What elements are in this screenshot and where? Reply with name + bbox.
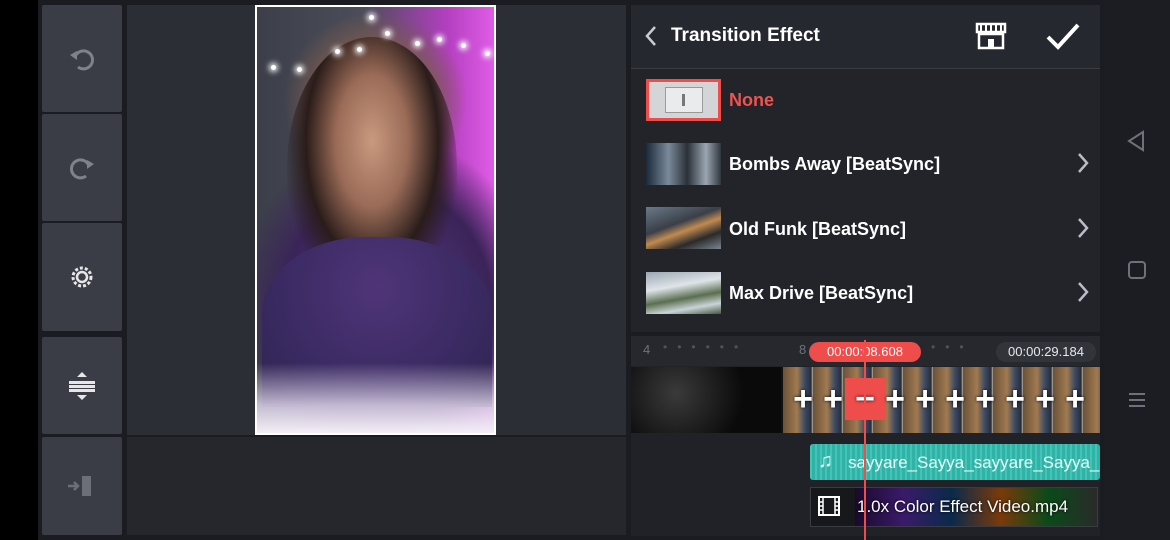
add-transition-button[interactable]: + bbox=[1060, 378, 1090, 420]
video-layer-label: 1.0x Color Effect Video.mp4 bbox=[857, 497, 1069, 516]
transition-label-old-funk[interactable]: Old Funk [BeatSync] bbox=[729, 219, 906, 240]
transition-label-bombs-away[interactable]: Bombs Away [BeatSync] bbox=[729, 154, 940, 175]
music-note-icon: ♫ bbox=[818, 450, 833, 472]
film-icon bbox=[817, 494, 841, 523]
chevron-right-icon[interactable] bbox=[1077, 152, 1089, 180]
video-preview[interactable] bbox=[255, 5, 496, 435]
redo-icon bbox=[70, 157, 94, 179]
transition-thumb-old-funk[interactable] bbox=[646, 207, 721, 249]
transition-label-none[interactable]: None bbox=[729, 90, 774, 111]
exit-button[interactable] bbox=[42, 437, 122, 535]
settings-button[interactable] bbox=[42, 223, 122, 331]
audio-track-label: sayyare_Sayya_sayyare_Sayya_ bbox=[848, 453, 1100, 472]
add-transition-button[interactable]: + bbox=[940, 378, 970, 420]
ruler-dots: ••• bbox=[931, 340, 974, 354]
confirm-button[interactable] bbox=[1045, 22, 1081, 57]
chevron-right-icon[interactable] bbox=[1077, 281, 1089, 309]
undo-button[interactable] bbox=[42, 5, 122, 112]
string-light bbox=[415, 41, 420, 46]
add-transition-button[interactable]: + bbox=[910, 378, 940, 420]
clip-thumb[interactable] bbox=[631, 367, 781, 433]
string-light bbox=[461, 43, 466, 48]
store-button[interactable] bbox=[974, 22, 1008, 55]
transition-label-max-drive[interactable]: Max Drive [BeatSync] bbox=[729, 283, 913, 304]
split-adjust-icon bbox=[69, 371, 95, 400]
string-light bbox=[297, 67, 302, 72]
string-light bbox=[271, 65, 276, 70]
chevron-right-icon[interactable] bbox=[1077, 217, 1089, 245]
add-transition-button[interactable]: + bbox=[970, 378, 1000, 420]
left-edge bbox=[0, 0, 38, 540]
settings-icon bbox=[71, 266, 93, 288]
audio-track[interactable]: ♫ sayyare_Sayya_sayyare_Sayya_ bbox=[810, 444, 1100, 480]
add-transition-button[interactable]: + bbox=[788, 378, 818, 420]
total-time-badge: 00:00:29.184 bbox=[996, 342, 1096, 362]
nav-home-icon[interactable] bbox=[1127, 260, 1147, 285]
video-layer-track[interactable]: 1.0x Color Effect Video.mp4 bbox=[810, 487, 1098, 527]
back-chevron-icon bbox=[645, 26, 656, 46]
transition-thumb-max-drive[interactable] bbox=[646, 272, 721, 314]
string-light bbox=[485, 51, 490, 56]
add-transition-button[interactable]: + bbox=[1000, 378, 1030, 420]
nav-back-icon[interactable] bbox=[1126, 130, 1146, 157]
redo-button[interactable] bbox=[42, 114, 122, 221]
split-adjust-button[interactable] bbox=[42, 337, 122, 434]
string-light bbox=[335, 49, 340, 54]
store-icon bbox=[975, 22, 1007, 50]
string-light bbox=[357, 47, 362, 52]
undo-icon bbox=[70, 48, 94, 70]
back-button[interactable] bbox=[644, 24, 658, 53]
string-light bbox=[385, 31, 390, 36]
checkmark-icon bbox=[1046, 23, 1080, 50]
add-transition-button[interactable]: + bbox=[818, 378, 848, 420]
fog-overlay bbox=[257, 363, 494, 433]
none-icon bbox=[664, 87, 703, 113]
transition-thumb-none[interactable] bbox=[646, 79, 721, 121]
nav-recents-icon[interactable] bbox=[1127, 390, 1147, 415]
string-light bbox=[437, 37, 442, 42]
transition-thumb-bombs-away[interactable] bbox=[646, 143, 721, 185]
panel-title: Transition Effect bbox=[671, 25, 820, 46]
ruler-mark: 4 bbox=[643, 342, 651, 357]
playhead[interactable] bbox=[864, 340, 866, 540]
string-light bbox=[369, 15, 374, 20]
add-transition-button[interactable]: + bbox=[1030, 378, 1060, 420]
add-transition-button[interactable]: + bbox=[880, 378, 910, 420]
exit-icon bbox=[68, 476, 91, 496]
ruler-mark: 8 bbox=[799, 342, 807, 357]
preview-footer bbox=[127, 437, 626, 535]
ruler-dots: •••••• bbox=[663, 340, 749, 354]
